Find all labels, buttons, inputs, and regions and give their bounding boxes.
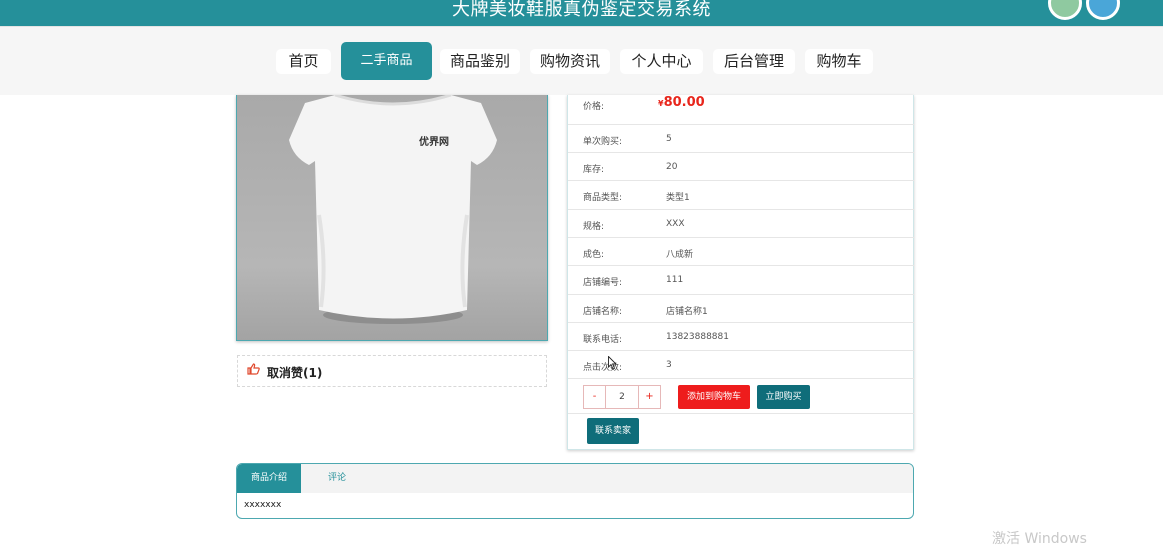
field-value: 13823888881 bbox=[666, 332, 729, 342]
product-info-panel: 价格: ¥80.00 单次购买: 5 库存: 20 商品类型: 类型1 规格: … bbox=[567, 95, 914, 450]
info-row: 单次购买: 5 bbox=[568, 125, 914, 153]
nav-shopping-news[interactable]: 购物资讯 bbox=[530, 49, 610, 74]
site-title: 大牌美妆鞋服真伪鉴定交易系统 bbox=[452, 0, 711, 20]
field-value: 八成新 bbox=[666, 250, 694, 260]
price-value: ¥80.00 bbox=[658, 95, 705, 110]
field-value: 111 bbox=[666, 275, 684, 285]
quantity-decrease-button[interactable]: - bbox=[584, 386, 606, 408]
product-image: 优界网 bbox=[236, 95, 548, 341]
price-row: 价格: ¥80.00 bbox=[568, 95, 914, 125]
info-row: 库存: 20 bbox=[568, 153, 914, 181]
quantity-input[interactable]: 2 bbox=[606, 386, 638, 408]
price-label: 价格: bbox=[583, 102, 605, 112]
nav-personal-center[interactable]: 个人中心 bbox=[620, 49, 703, 74]
info-row: 成色: 八成新 bbox=[568, 238, 914, 266]
quantity-stepper: - 2 + bbox=[583, 385, 661, 409]
nav-product-authentication[interactable]: 商品鉴别 bbox=[440, 49, 520, 74]
field-label: 成色: bbox=[583, 250, 605, 260]
field-value: 5 bbox=[666, 134, 672, 144]
field-value: 3 bbox=[666, 360, 672, 370]
info-row: 规格: XXX bbox=[568, 210, 914, 238]
nav-home[interactable]: 首页 bbox=[276, 49, 331, 74]
info-row: 商品类型: 类型1 bbox=[568, 181, 914, 210]
unlike-label[interactable]: 取消赞(1) bbox=[267, 364, 322, 381]
nav-cart[interactable]: 购物车 bbox=[805, 49, 873, 74]
tab-content-text: xxxxxxx bbox=[244, 500, 282, 510]
mouse-cursor-icon bbox=[608, 356, 617, 370]
field-label: 单次购买: bbox=[583, 137, 623, 147]
main-nav: 首页 二手商品 商品鉴别 购物资讯 个人中心 后台管理 购物车 bbox=[0, 26, 1163, 95]
nav-admin[interactable]: 后台管理 bbox=[713, 49, 795, 74]
tshirt-illustration: 优界网 bbox=[289, 95, 497, 324]
info-row: 店铺编号: 111 bbox=[568, 266, 914, 295]
info-row: 店铺名称: 店铺名称1 bbox=[568, 295, 914, 323]
field-label: 规格: bbox=[583, 222, 605, 232]
thumbs-up-icon bbox=[247, 363, 260, 379]
field-value: XXX bbox=[666, 219, 685, 229]
field-label: 联系电话: bbox=[583, 335, 623, 345]
top-bar: 大牌美妆鞋服真伪鉴定交易系统 bbox=[0, 0, 1163, 26]
contact-seller-button[interactable]: 联系卖家 bbox=[587, 418, 639, 444]
tab-product-intro[interactable]: 商品介绍 bbox=[237, 464, 301, 493]
field-label: 店铺编号: bbox=[583, 278, 623, 288]
windows-activation-watermark: 激活 Windows bbox=[992, 531, 1087, 547]
add-to-cart-button[interactable]: 添加到购物车 bbox=[678, 385, 750, 409]
quantity-increase-button[interactable]: + bbox=[638, 386, 660, 408]
field-value: 20 bbox=[666, 162, 678, 172]
product-tabs: 商品介绍 评论 xxxxxxx bbox=[236, 463, 914, 519]
nav-second-hand-goods[interactable]: 二手商品 bbox=[341, 42, 432, 80]
like-box[interactable]: 取消赞(1) bbox=[237, 355, 547, 387]
buy-now-button[interactable]: 立即购买 bbox=[757, 385, 810, 409]
field-value: 类型1 bbox=[666, 193, 690, 203]
field-label: 店铺名称: bbox=[583, 307, 623, 317]
info-row: 联系电话: 13823888881 bbox=[568, 323, 914, 351]
tab-comments[interactable]: 评论 bbox=[317, 464, 357, 493]
info-row: 点击次数: 3 bbox=[568, 351, 914, 379]
shirt-logo-text: 优界网 bbox=[419, 135, 449, 148]
field-label: 商品类型: bbox=[583, 193, 623, 203]
field-value: 店铺名称1 bbox=[666, 307, 708, 317]
field-label: 库存: bbox=[583, 165, 605, 175]
